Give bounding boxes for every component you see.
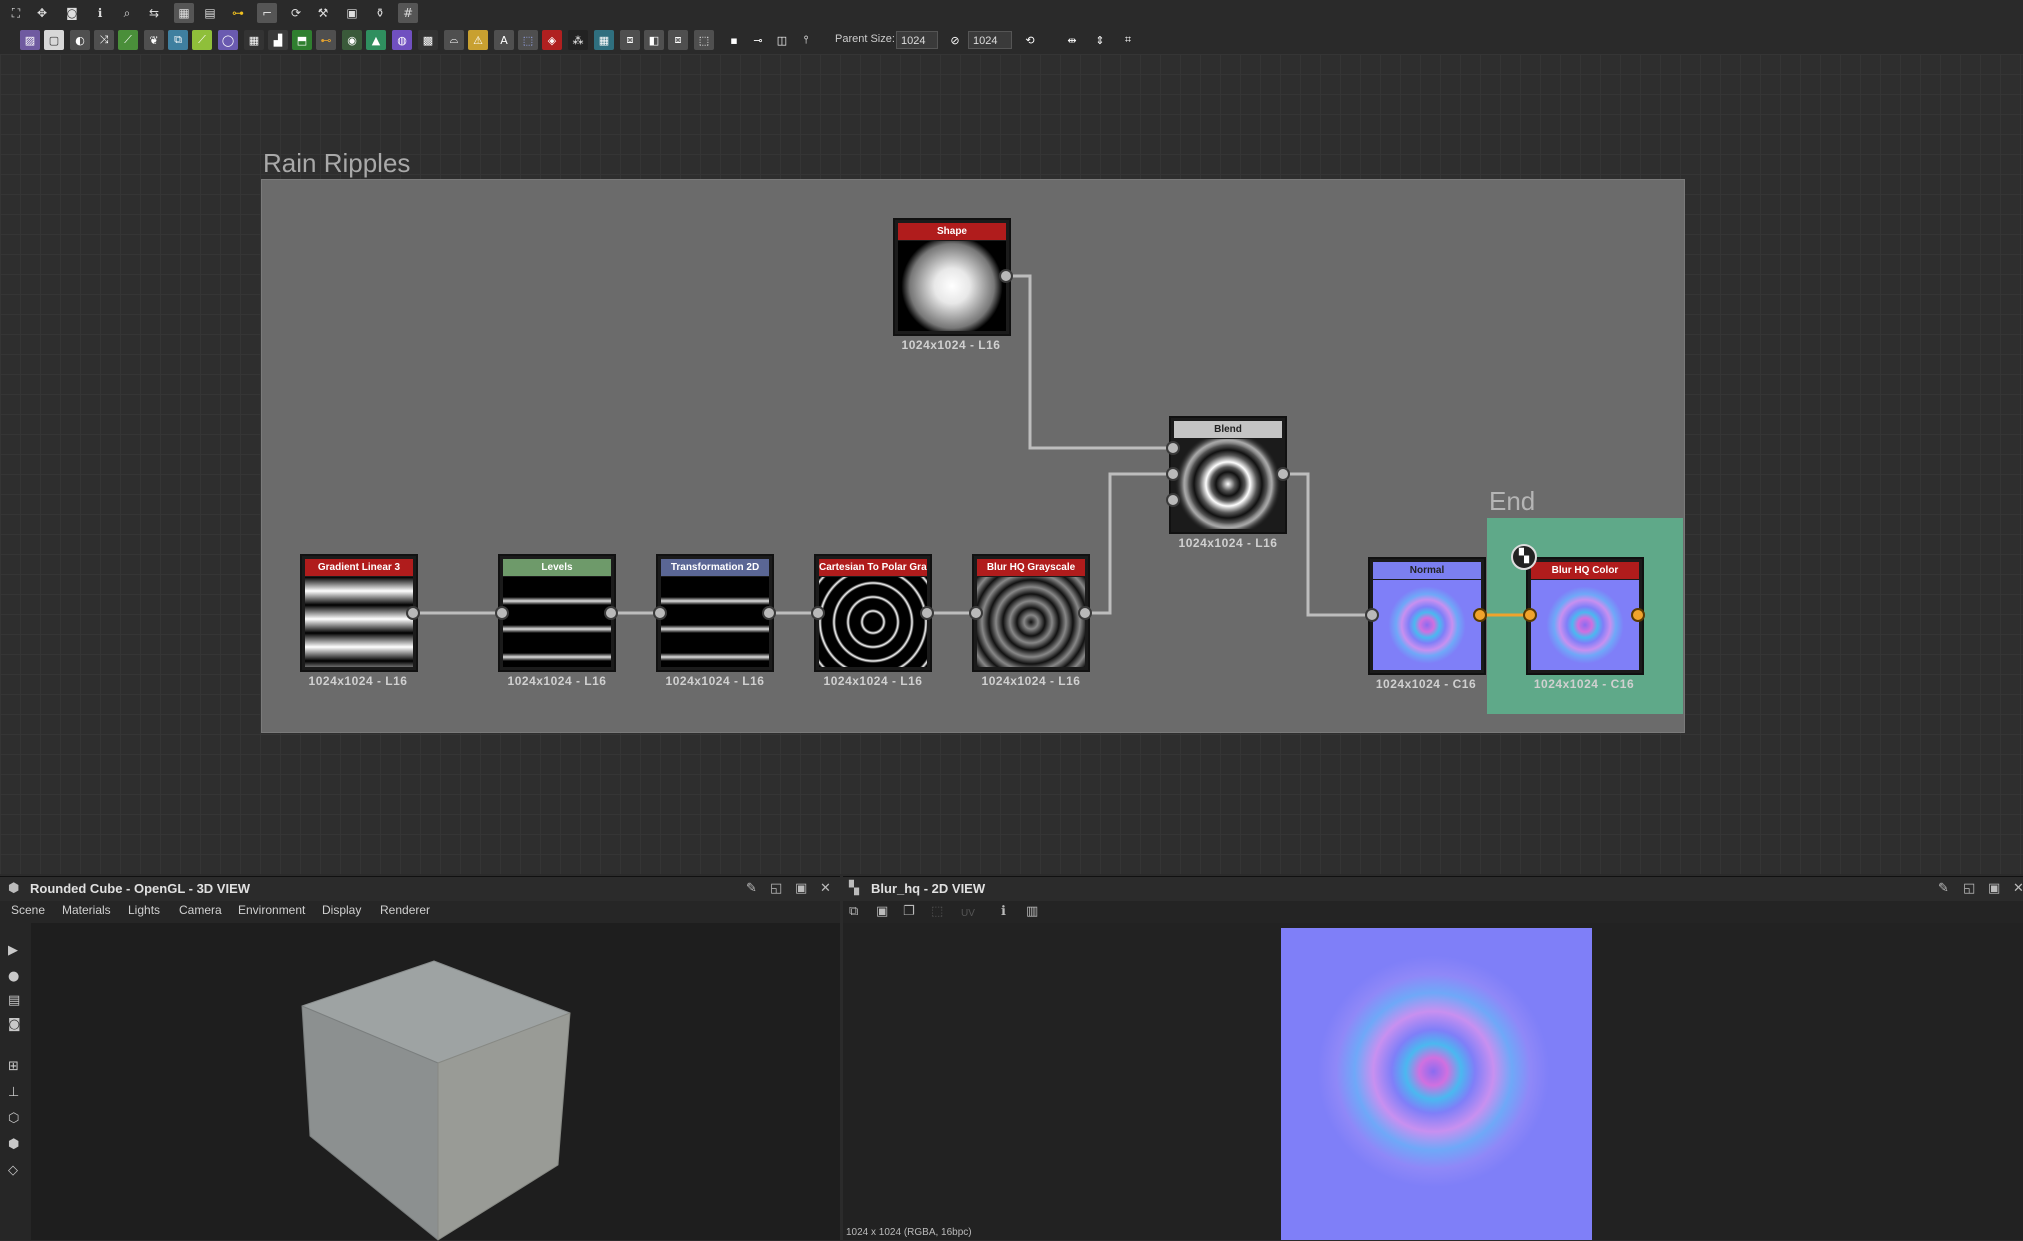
port-gradient-output[interactable] <box>406 606 420 620</box>
scene-tool-icon[interactable]: ▤ <box>8 993 20 1008</box>
menu-display[interactable]: Display <box>322 903 361 917</box>
histogram-icon[interactable]: ▥ <box>1026 904 1038 919</box>
node-normal-res: 1024x1024 - C16 <box>1375 677 1477 691</box>
node-blend[interactable]: Blend <box>1169 416 1287 534</box>
node-blend-thumbnail <box>1174 439 1282 529</box>
node-blurgray-res: 1024x1024 - L16 <box>981 674 1081 688</box>
node-levels-title: Levels <box>503 559 611 576</box>
wireframe-tool-icon[interactable]: ⬢ <box>8 1137 19 1152</box>
export-image-icon[interactable]: ⧉ <box>849 904 858 919</box>
texture-status: 1024 x 1024 (RGBA, 16bpc) <box>846 1227 972 1238</box>
node-cartesian-to-polar[interactable]: Cartesian To Polar Gra... <box>814 554 932 672</box>
uv-toggle[interactable]: UV <box>961 908 975 919</box>
node-blend-res: 1024x1024 - L16 <box>1178 536 1278 550</box>
float-window-icon[interactable]: ◱ <box>770 881 782 896</box>
view-2d-header <box>843 877 2023 901</box>
grid-tool-icon[interactable]: ⊞ <box>8 1059 19 1074</box>
node-transform-res: 1024x1024 - L16 <box>665 674 765 688</box>
port-polar-output[interactable] <box>920 606 934 620</box>
node-blurgray-title: Blur HQ Grayscale <box>977 559 1085 576</box>
node-gradient-title: Gradient Linear 3 <box>305 559 413 576</box>
port-blend-output[interactable] <box>1276 467 1290 481</box>
view-2d-title: Blur_hq - 2D VIEW <box>871 881 986 896</box>
node-normal-thumbnail <box>1373 580 1481 670</box>
screenshot-tool-icon[interactable]: ◙ <box>8 1017 21 1032</box>
node-gradient-res: 1024x1024 - L16 <box>308 674 408 688</box>
node-normal-title: Normal <box>1373 562 1481 579</box>
port-blurcolor-input[interactable] <box>1523 608 1537 622</box>
maximize-2d-window-icon[interactable]: ▣ <box>1988 881 2000 896</box>
light-tool-icon[interactable]: ● <box>8 969 19 984</box>
menu-camera[interactable]: Camera <box>179 903 222 917</box>
menu-renderer[interactable]: Renderer <box>380 903 430 917</box>
port-shape-output[interactable] <box>999 269 1013 283</box>
view-3d-title: Rounded Cube - OpenGL - 3D VIEW <box>30 881 251 896</box>
port-transform-input[interactable] <box>653 606 667 620</box>
node-gradient-thumbnail <box>305 577 413 667</box>
mesh-tool-icon[interactable]: ⬡ <box>8 1111 19 1126</box>
output-checker-icon[interactable]: ▚ <box>1511 544 1537 570</box>
pin-window-icon[interactable]: ✎ <box>746 881 757 896</box>
node-blur-hq-color[interactable]: Blur HQ Color <box>1526 557 1644 675</box>
save-image-icon[interactable]: ▣ <box>876 904 888 919</box>
close-2d-window-icon[interactable]: ✕ <box>2013 881 2023 896</box>
copy-image-icon[interactable]: ❐ <box>903 904 915 919</box>
maximize-window-icon[interactable]: ▣ <box>795 881 807 896</box>
node-transform-title: Transformation 2D <box>661 559 769 576</box>
texture-preview[interactable] <box>1281 928 1592 1240</box>
menu-lights[interactable]: Lights <box>128 903 160 917</box>
port-blend-input-2[interactable] <box>1166 467 1180 481</box>
port-blend-input-1[interactable] <box>1166 441 1180 455</box>
view-2d-panel: ▚ Blur_hq - 2D VIEW ✎ ◱ ▣ ✕ ⧉ ▣ ❐ ⬚ UV ℹ… <box>843 876 2023 1240</box>
node-polar-title: Cartesian To Polar Gra... <box>819 559 927 576</box>
node-blend-title: Blend <box>1174 421 1282 438</box>
node-levels-thumbnail <box>503 577 611 667</box>
layers-tool-icon[interactable]: ◇ <box>8 1163 18 1178</box>
port-normal-input[interactable] <box>1365 608 1379 622</box>
view-3d-panel: ⬢ Rounded Cube - OpenGL - 3D VIEW ✎ ◱ ▣ … <box>0 876 840 1241</box>
port-blurcolor-output[interactable] <box>1631 608 1645 622</box>
texture-icon: ▚ <box>849 881 859 896</box>
node-shape[interactable]: Shape <box>893 218 1011 336</box>
cube-icon: ⬢ <box>8 881 20 896</box>
node-blurcolor-thumbnail <box>1531 580 1639 670</box>
float-2d-window-icon[interactable]: ◱ <box>1963 881 1975 896</box>
rounded-cube-preview[interactable] <box>290 951 580 1241</box>
camera-tool-icon[interactable]: ▶ <box>8 943 18 958</box>
node-levels-res: 1024x1024 - L16 <box>507 674 607 688</box>
port-normal-output[interactable] <box>1473 608 1487 622</box>
menu-scene[interactable]: Scene <box>11 903 45 917</box>
view-2d-toolbar <box>843 901 2023 923</box>
node-gradient-linear-3[interactable]: Gradient Linear 3 <box>300 554 418 672</box>
node-levels[interactable]: Levels <box>498 554 616 672</box>
menu-materials[interactable]: Materials <box>62 903 111 917</box>
port-transform-output[interactable] <box>762 606 776 620</box>
node-blurcolor-res: 1024x1024 - C16 <box>1533 677 1635 691</box>
node-polar-res: 1024x1024 - L16 <box>823 674 923 688</box>
port-levels-input[interactable] <box>495 606 509 620</box>
tiling-icon[interactable]: ⬚ <box>931 904 943 919</box>
port-blurgray-input[interactable] <box>969 606 983 620</box>
node-transformation-2d[interactable]: Transformation 2D <box>656 554 774 672</box>
node-normal[interactable]: Normal <box>1368 557 1486 675</box>
node-shape-title: Shape <box>898 223 1006 240</box>
node-shape-thumbnail <box>898 241 1006 331</box>
node-blur-hq-grayscale[interactable]: Blur HQ Grayscale <box>972 554 1090 672</box>
node-polar-thumbnail <box>819 577 927 667</box>
port-polar-input[interactable] <box>811 606 825 620</box>
menu-environment[interactable]: Environment <box>238 903 305 917</box>
port-blurgray-output[interactable] <box>1078 606 1092 620</box>
pin-2d-window-icon[interactable]: ✎ <box>1938 881 1949 896</box>
node-blurcolor-title: Blur HQ Color <box>1531 562 1639 579</box>
axis-tool-icon[interactable]: ⊥ <box>8 1085 19 1100</box>
info-2d-icon[interactable]: ℹ <box>1001 904 1006 919</box>
node-shape-res: 1024x1024 - L16 <box>901 338 1001 352</box>
wire-shape-blend <box>1006 274 1172 450</box>
node-transform-thumbnail <box>661 577 769 667</box>
node-blurgray-thumbnail <box>977 577 1085 667</box>
port-levels-output[interactable] <box>604 606 618 620</box>
port-blend-input-3[interactable] <box>1166 493 1180 507</box>
close-window-icon[interactable]: ✕ <box>820 881 831 896</box>
